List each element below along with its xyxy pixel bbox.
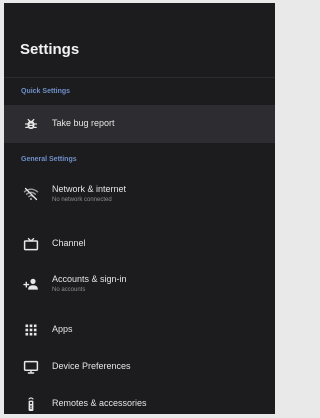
settings-screen: Settings Quick Settings Take bug report …	[4, 3, 275, 414]
menu-item-label: Apps	[52, 324, 73, 334]
wifi-off-icon	[23, 186, 39, 202]
page-title: Settings	[20, 41, 80, 58]
tv-icon	[23, 236, 39, 252]
section-header-general-settings: General Settings	[21, 156, 77, 163]
menu-item-network-internet[interactable]: Network & internet No network connected	[4, 175, 275, 213]
menu-item-label: Take bug report	[52, 118, 115, 128]
menu-item-status: No accounts	[52, 287, 86, 293]
menu-item-label: Accounts & sign-in	[52, 274, 127, 284]
menu-item-label: Network & internet	[52, 184, 127, 194]
bug-icon	[23, 116, 39, 132]
menu-item-label: Device Preferences	[52, 361, 131, 371]
section-header-quick-settings: Quick Settings	[21, 88, 71, 95]
menu-item-label: Remotes & accessories	[52, 398, 147, 408]
remote-icon	[23, 396, 39, 412]
monitor-icon	[23, 359, 39, 375]
menu-item-apps[interactable]: Apps	[4, 311, 275, 349]
menu-item-take-bug-report[interactable]: Take bug report	[4, 105, 275, 143]
menu-item-remotes-accessories[interactable]: Remotes & accessories	[4, 385, 275, 414]
apps-grid-icon	[23, 322, 39, 338]
menu-item-status: No network connected	[52, 197, 112, 203]
title-divider	[4, 77, 275, 78]
menu-item-channel[interactable]: Channel	[4, 225, 275, 263]
menu-item-accounts-sign-in[interactable]: Accounts & sign-in No accounts	[4, 265, 275, 303]
add-person-icon	[23, 276, 39, 292]
menu-item-label: Channel	[52, 238, 86, 248]
menu-item-device-preferences[interactable]: Device Preferences	[4, 348, 275, 386]
